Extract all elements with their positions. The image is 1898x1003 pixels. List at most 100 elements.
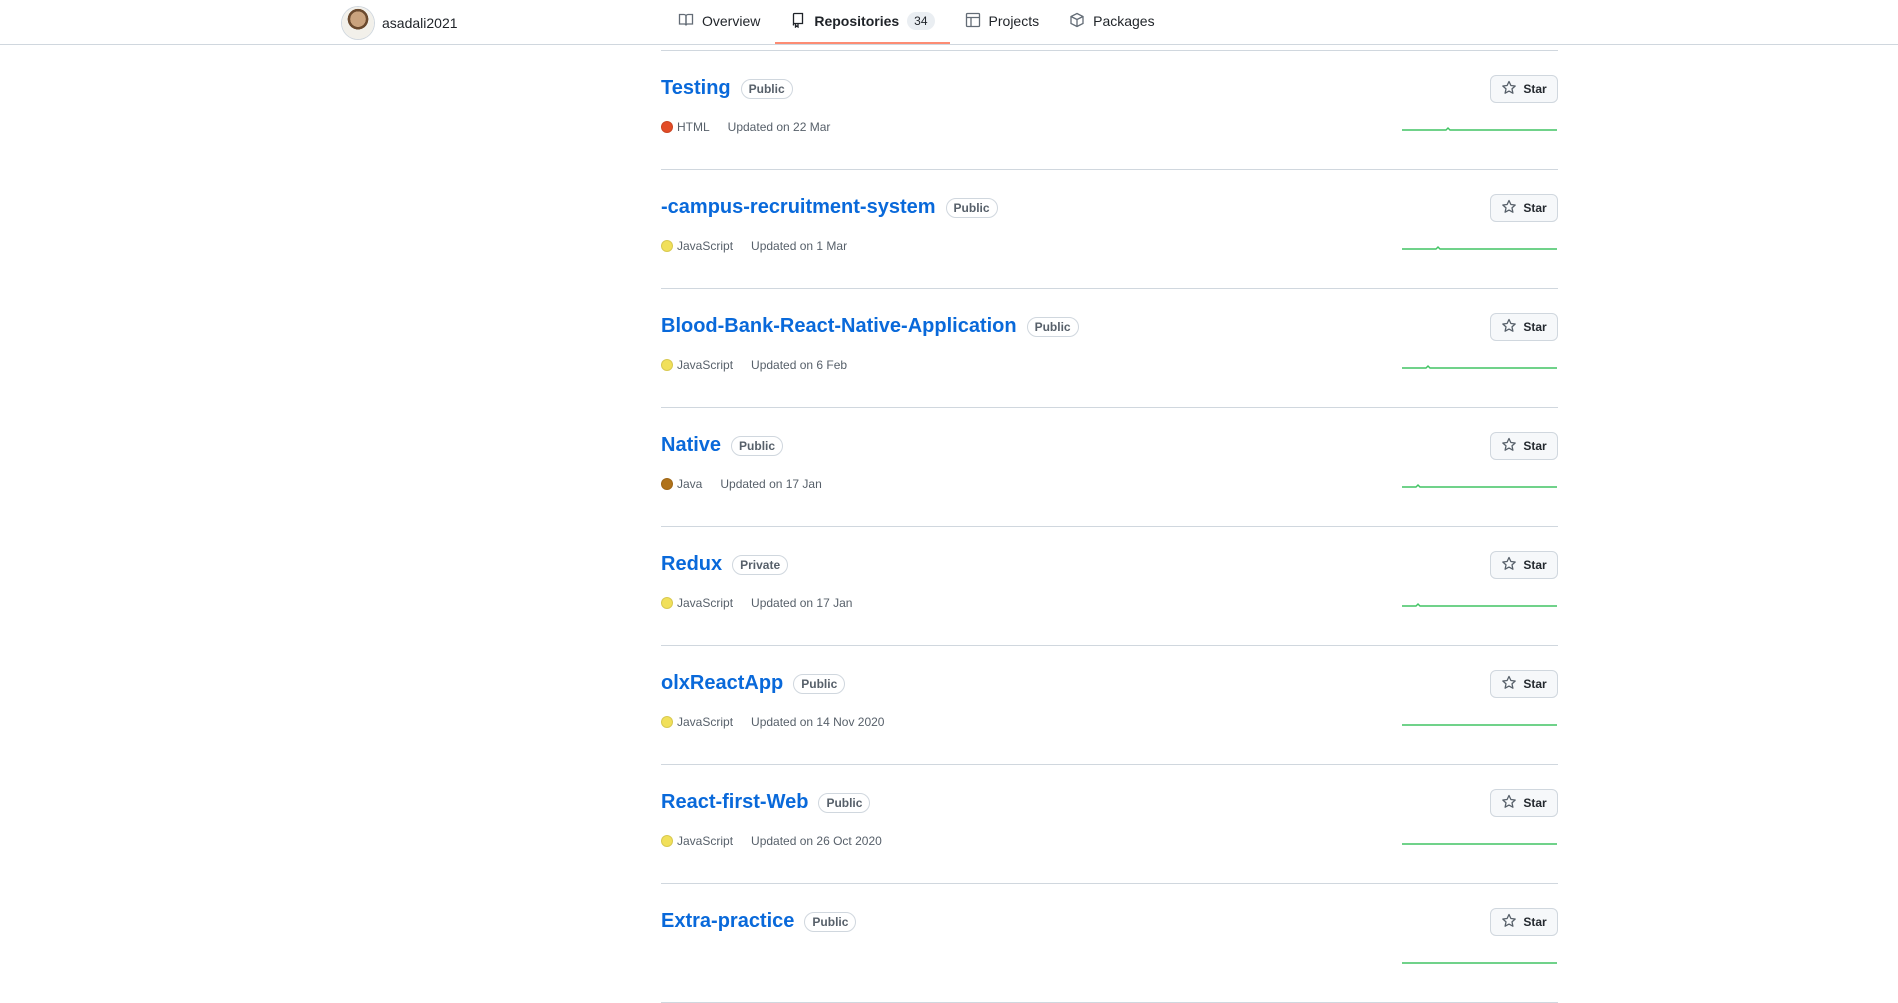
star-label: Star bbox=[1523, 201, 1547, 215]
activity-sparkline bbox=[1402, 724, 1557, 726]
updated-label: Updated on 1 Mar bbox=[751, 239, 848, 253]
username[interactable]: asadali2021 bbox=[382, 15, 458, 31]
repo-name-link[interactable]: React-first-Web bbox=[661, 791, 808, 814]
repo-list-item: Extra-practice Public Star bbox=[661, 884, 1558, 1003]
repo-meta: JavaScript Updated on 26 Oct 2020 bbox=[661, 834, 882, 848]
repo-meta: JavaScript Updated on 6 Feb bbox=[661, 358, 847, 372]
updated-label: Updated on 26 Oct 2020 bbox=[751, 834, 882, 848]
package-icon bbox=[1069, 12, 1085, 31]
repo-title-row: -campus-recruitment-system Public bbox=[661, 196, 998, 219]
language-color-dot bbox=[661, 835, 673, 847]
star-icon bbox=[1501, 556, 1517, 575]
profile-link[interactable]: asadali2021 bbox=[342, 7, 458, 39]
language-label: JavaScript bbox=[677, 358, 734, 372]
star-label: Star bbox=[1523, 677, 1547, 691]
tab-label: Projects bbox=[988, 13, 1040, 29]
tab-label: Packages bbox=[1093, 13, 1155, 29]
activity-sparkline bbox=[1402, 843, 1557, 845]
repository-list: Testing Public HTML Updated on 22 Mar St… bbox=[661, 50, 1558, 1003]
star-button[interactable]: Star bbox=[1490, 551, 1558, 579]
repo-list-item: olxReactApp Public JavaScript Updated on… bbox=[661, 646, 1558, 765]
star-icon bbox=[1501, 675, 1517, 694]
repo-title-row: Blood-Bank-React-Native-Application Publ… bbox=[661, 315, 1079, 338]
repo-count-badge: 34 bbox=[907, 12, 935, 30]
repo-name-link[interactable]: Redux bbox=[661, 553, 722, 576]
repo-list-item: -campus-recruitment-system Public JavaSc… bbox=[661, 170, 1558, 289]
visibility-badge: Public bbox=[1026, 316, 1079, 337]
tab-projects[interactable]: Projects bbox=[950, 0, 1055, 44]
tab-label: Overview bbox=[702, 13, 761, 29]
repo-name-link[interactable]: Testing bbox=[661, 77, 731, 100]
star-label: Star bbox=[1523, 558, 1547, 572]
language-label: HTML bbox=[677, 120, 710, 134]
tab-repositories[interactable]: Repositories 34 bbox=[775, 0, 950, 44]
profile-tabs: Overview Repositories 34 Projects Packag… bbox=[663, 0, 1170, 44]
visibility-badge: Public bbox=[804, 911, 857, 932]
language-label: JavaScript bbox=[677, 834, 734, 848]
tab-packages[interactable]: Packages bbox=[1054, 0, 1169, 44]
star-button[interactable]: Star bbox=[1490, 789, 1558, 817]
activity-sparkline bbox=[1402, 127, 1557, 131]
repo-meta: JavaScript Updated on 14 Nov 2020 bbox=[661, 715, 884, 729]
visibility-badge: Public bbox=[793, 673, 846, 694]
repo-title-row: Redux Private bbox=[661, 553, 789, 576]
language-color-dot bbox=[661, 597, 673, 609]
tab-label: Repositories bbox=[814, 13, 900, 29]
table-icon bbox=[965, 12, 981, 31]
repo-name-link[interactable]: Blood-Bank-React-Native-Application bbox=[661, 315, 1017, 338]
visibility-badge: Public bbox=[740, 78, 793, 99]
repo-title-row: olxReactApp Public bbox=[661, 672, 846, 695]
repo-name-link[interactable]: Extra-practice bbox=[661, 910, 794, 933]
activity-sparkline bbox=[1402, 246, 1557, 250]
language-color-dot bbox=[661, 478, 673, 490]
repo-name-link[interactable]: olxReactApp bbox=[661, 672, 783, 695]
star-label: Star bbox=[1523, 439, 1547, 453]
language-color-dot bbox=[661, 240, 673, 252]
updated-label: Updated on 17 Jan bbox=[751, 596, 853, 610]
activity-sparkline bbox=[1402, 484, 1557, 488]
repo-list-item: Testing Public HTML Updated on 22 Mar St… bbox=[661, 51, 1558, 170]
updated-label: Updated on 6 Feb bbox=[751, 358, 848, 372]
star-button[interactable]: Star bbox=[1490, 432, 1558, 460]
avatar[interactable] bbox=[342, 7, 374, 39]
star-icon bbox=[1501, 794, 1517, 813]
updated-label: Updated on 17 Jan bbox=[720, 477, 822, 491]
star-label: Star bbox=[1523, 796, 1547, 810]
star-button[interactable]: Star bbox=[1490, 194, 1558, 222]
star-button[interactable]: Star bbox=[1490, 670, 1558, 698]
language-color-dot bbox=[661, 121, 673, 133]
star-button[interactable]: Star bbox=[1490, 908, 1558, 936]
language-color-dot bbox=[661, 716, 673, 728]
repo-name-link[interactable]: -campus-recruitment-system bbox=[661, 196, 936, 219]
visibility-badge: Public bbox=[818, 792, 871, 813]
repo-meta: Java Updated on 17 Jan bbox=[661, 477, 822, 491]
repo-title-row: Testing Public bbox=[661, 77, 793, 100]
star-label: Star bbox=[1523, 320, 1547, 334]
star-button[interactable]: Star bbox=[1490, 313, 1558, 341]
activity-sparkline bbox=[1402, 962, 1557, 964]
repo-meta: HTML Updated on 22 Mar bbox=[661, 120, 830, 134]
visibility-badge: Private bbox=[732, 554, 789, 575]
repo-title-row: React-first-Web Public bbox=[661, 791, 871, 814]
star-icon bbox=[1501, 437, 1517, 456]
repo-list-item: Blood-Bank-React-Native-Application Publ… bbox=[661, 289, 1558, 408]
tab-overview[interactable]: Overview bbox=[663, 0, 775, 44]
repo-list-item: Native Public Java Updated on 17 Jan Sta… bbox=[661, 408, 1558, 527]
language-label: JavaScript bbox=[677, 239, 734, 253]
language-color-dot bbox=[661, 359, 673, 371]
language-label: Java bbox=[677, 477, 703, 491]
star-button[interactable]: Star bbox=[1490, 75, 1558, 103]
language-label: JavaScript bbox=[677, 715, 734, 729]
profile-header: asadali2021 Overview Repositories 34 Pro… bbox=[0, 0, 1898, 45]
updated-label: Updated on 22 Mar bbox=[727, 120, 831, 134]
activity-sparkline bbox=[1402, 603, 1557, 607]
star-icon bbox=[1501, 199, 1517, 218]
repo-list-item: React-first-Web Public JavaScript Update… bbox=[661, 765, 1558, 884]
visibility-badge: Public bbox=[731, 435, 784, 456]
repo-title-row: Native Public bbox=[661, 434, 784, 457]
star-label: Star bbox=[1523, 915, 1547, 929]
repo-list-item: Redux Private JavaScript Updated on 17 J… bbox=[661, 527, 1558, 646]
star-label: Star bbox=[1523, 82, 1547, 96]
repo-name-link[interactable]: Native bbox=[661, 434, 721, 457]
visibility-badge: Public bbox=[945, 197, 998, 218]
